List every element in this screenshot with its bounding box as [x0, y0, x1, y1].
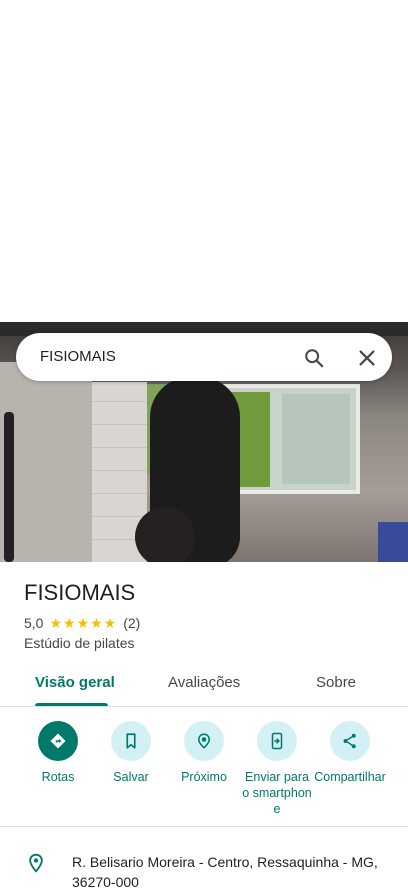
send-to-phone-button[interactable]: Enviar para o smartphone — [237, 718, 317, 817]
directions-label: Rotas — [41, 770, 75, 784]
rating-value: 5,0 — [24, 615, 44, 631]
tab-reviews[interactable]: Avaliações — [168, 674, 240, 691]
photo-person-head — [135, 507, 195, 562]
close-icon[interactable] — [356, 347, 378, 369]
bookmark-icon[interactable] — [111, 721, 151, 761]
photo-corner-object — [378, 522, 408, 562]
location-pin-icon — [26, 852, 46, 874]
nearby-icon[interactable] — [184, 721, 224, 761]
directions-icon[interactable] — [38, 721, 78, 761]
tab-overview[interactable]: Visão geral — [35, 674, 115, 691]
section-divider — [0, 826, 408, 827]
nearby-label: Próximo — [181, 770, 227, 784]
place-title: FISIOMAIS — [24, 580, 136, 605]
share-button[interactable]: Compartilhar — [310, 718, 390, 785]
nearby-button[interactable]: Próximo — [164, 718, 244, 785]
action-bar: Rotas Salvar Próximo Enviar para o smart… — [0, 718, 408, 828]
save-button[interactable]: Salvar — [91, 718, 171, 785]
send-to-phone-icon[interactable] — [257, 721, 297, 761]
address-row[interactable]: R. Belisario Moreira - Centro, Ressaquin… — [0, 828, 408, 890]
photo-pole — [4, 412, 14, 562]
blank-area — [0, 0, 408, 322]
address-text[interactable]: R. Belisario Moreira - Centro, Ressaquin… — [72, 852, 392, 892]
search-query[interactable]: FISIOMAIS — [40, 348, 116, 365]
search-bar[interactable]: FISIOMAIS — [16, 333, 392, 381]
share-icon[interactable] — [330, 721, 370, 761]
directions-button[interactable]: Rotas — [18, 718, 98, 785]
place-tabs: Visão geral Avaliações Sobre — [0, 662, 408, 707]
send-to-phone-label: Enviar para o smartphone — [242, 770, 312, 816]
rating-row[interactable]: 5,0 ★★★★★ (2) — [24, 614, 140, 632]
search-icon[interactable] — [303, 347, 325, 369]
review-count[interactable]: (2) — [123, 615, 140, 631]
place-category[interactable]: Estúdio de pilates — [24, 635, 135, 651]
tab-about[interactable]: Sobre — [316, 674, 356, 691]
save-label: Salvar — [113, 770, 149, 784]
share-label: Compartilhar — [314, 770, 386, 784]
active-tab-indicator — [35, 703, 108, 706]
star-rating-icon: ★★★★★ — [49, 614, 118, 631]
